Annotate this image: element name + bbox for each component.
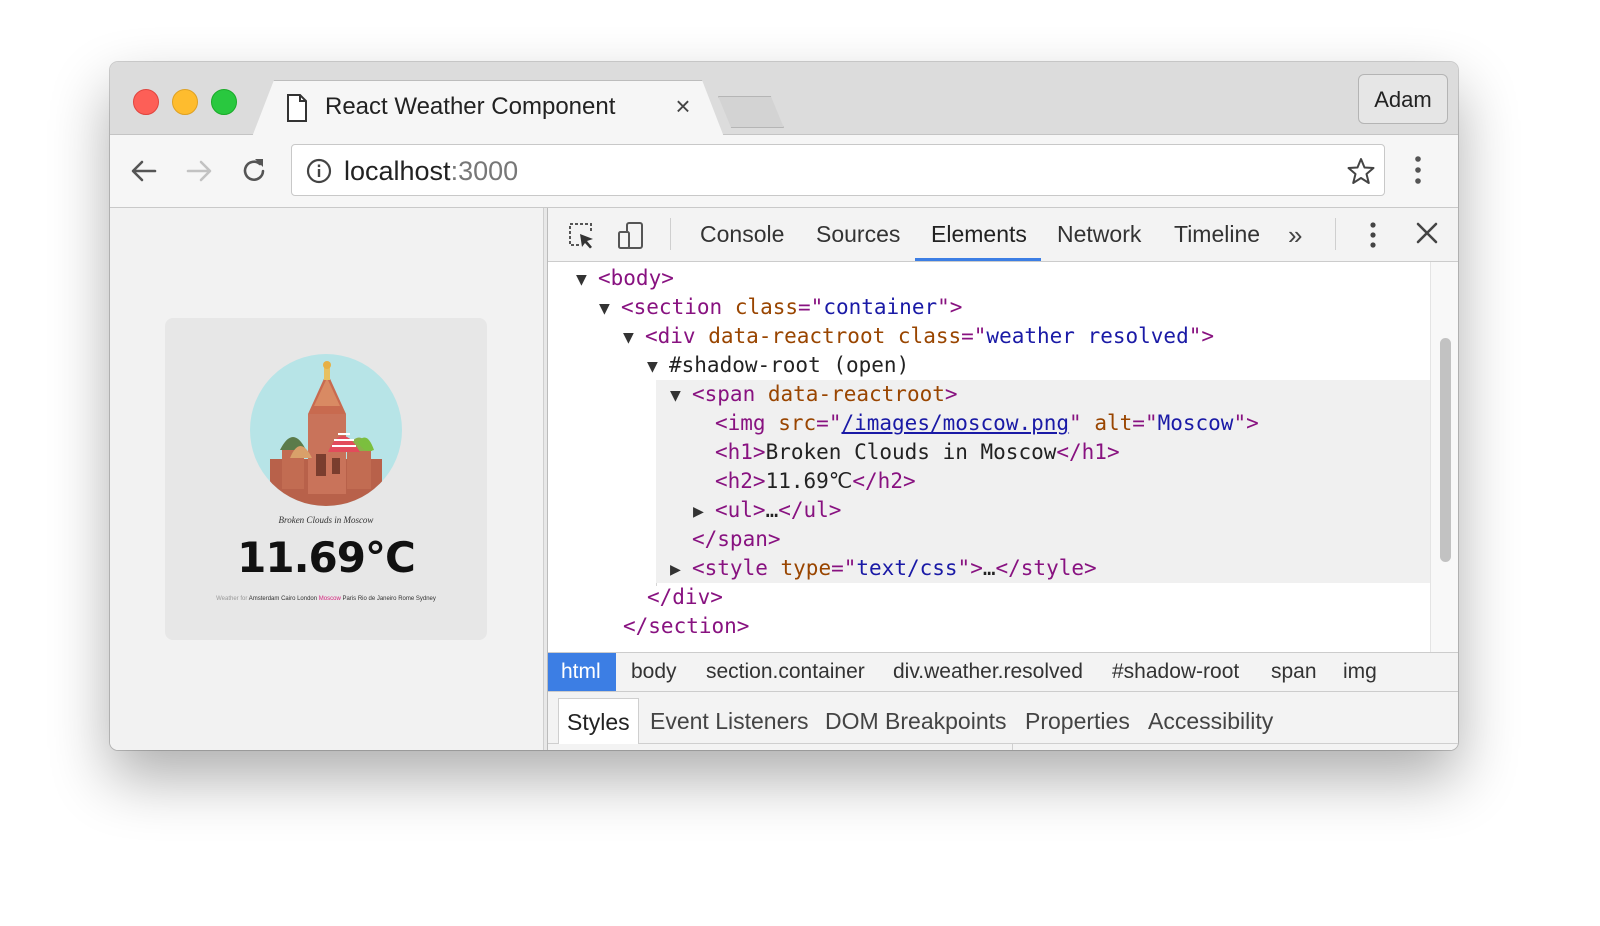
city-link-rio-de-janeiro[interactable]: Rio de Janeiro xyxy=(358,596,397,602)
city-list-label: Weather for xyxy=(216,596,248,602)
tab-styles[interactable]: Styles xyxy=(558,698,639,744)
tab-properties[interactable]: Properties xyxy=(1017,698,1138,744)
dom-node-div-close[interactable]: </div> xyxy=(548,583,1430,612)
device-toolbar-icon[interactable] xyxy=(616,220,646,250)
reload-icon[interactable] xyxy=(238,155,270,187)
city-link-paris[interactable]: Paris xyxy=(342,596,356,602)
dom-node-style[interactable]: ▶ <style type="text/css">…</style> xyxy=(656,554,1430,583)
page-viewport: Broken Clouds in Moscow 11.69°C Weather … xyxy=(110,208,543,750)
dom-node-img[interactable]: <img src="/images/moscow.png" alt="Mosco… xyxy=(656,409,1430,438)
city-link-rome[interactable]: Rome xyxy=(398,596,414,602)
browser-window: React Weather Component × Adam localhost… xyxy=(110,62,1458,750)
city-link-moscow[interactable]: Moscow xyxy=(319,596,341,602)
devtools-menu-icon[interactable] xyxy=(1368,220,1378,250)
devtools-close-icon[interactable] xyxy=(1414,220,1440,246)
address-bar[interactable]: localhost:3000 xyxy=(291,144,1385,196)
collapse-triangle-icon[interactable]: ▼ xyxy=(576,265,598,294)
dom-node-section-close[interactable]: </section> xyxy=(548,612,1430,641)
elements-subtabs: Styles Event Listeners DOM Breakpoints P… xyxy=(548,692,1458,750)
breadcrumb: html body section.container div.weather.… xyxy=(548,652,1458,692)
dom-node-section[interactable]: ▼ <section class="container"> xyxy=(548,293,1430,322)
breadcrumb-span[interactable]: span xyxy=(1258,653,1330,691)
breadcrumb-div[interactable]: div.weather.resolved xyxy=(880,653,1096,691)
weather-description: Broken Clouds in Moscow xyxy=(278,515,374,525)
dom-node-h2[interactable]: <h2>11.69℃</h2> xyxy=(656,467,1430,496)
toolbar-separator xyxy=(1335,218,1336,250)
breadcrumb-html[interactable]: html xyxy=(548,653,616,691)
weather-temperature: 11.69°C xyxy=(237,533,416,582)
collapse-triangle-icon[interactable]: ▼ xyxy=(599,294,621,323)
dom-node-span-close[interactable]: </span> xyxy=(656,525,1430,554)
collapse-triangle-icon[interactable]: ▼ xyxy=(670,381,692,410)
city-link-amsterdam[interactable]: Amsterdam xyxy=(249,596,280,602)
tab-title: React Weather Component xyxy=(325,93,616,120)
dom-node-body[interactable]: ▼ <body> xyxy=(548,264,1430,293)
tab-accessibility[interactable]: Accessibility xyxy=(1140,698,1281,744)
tab-close-icon[interactable]: × xyxy=(672,92,694,120)
expand-triangle-icon[interactable]: ▶ xyxy=(670,555,692,584)
dom-node-span[interactable]: ▼ <span data-reactroot> xyxy=(656,380,1430,409)
browser-menu-icon[interactable] xyxy=(1412,154,1424,186)
tab-network[interactable]: Network xyxy=(1041,208,1157,261)
tab-console[interactable]: Console xyxy=(684,208,800,261)
breadcrumb-section[interactable]: section.container xyxy=(693,653,878,691)
img-src-link[interactable]: /images/moscow.png xyxy=(841,411,1069,435)
collapse-triangle-icon[interactable]: ▼ xyxy=(647,352,669,381)
dom-tree-scroll-thumb[interactable] xyxy=(1440,338,1451,562)
close-window-button[interactable] xyxy=(133,89,159,115)
url-text[interactable]: localhost:3000 xyxy=(344,156,518,187)
inspect-element-icon[interactable] xyxy=(566,220,596,250)
new-tab-button[interactable] xyxy=(718,96,784,128)
city-list: Weather for Amsterdam Cairo London Mosco… xyxy=(165,596,487,602)
breadcrumb-body[interactable]: body xyxy=(618,653,690,691)
profile-button[interactable]: Adam xyxy=(1358,74,1448,124)
url-host: localhost xyxy=(344,156,451,186)
dom-tree: ▼ <body> ▼ <section class="container"> ▼ <d… xyxy=(548,262,1430,652)
dom-node-ul[interactable]: ▶ <ul>…</ul> xyxy=(656,496,1430,525)
devtools-panel: Console Sources Elements Network Timelin… xyxy=(548,208,1458,750)
dom-tree-scrollbar[interactable] xyxy=(1430,262,1458,652)
document-icon xyxy=(287,94,307,122)
city-link-london[interactable]: London xyxy=(297,596,317,602)
breadcrumb-img[interactable]: img xyxy=(1330,653,1390,691)
dom-node-shadow-root[interactable]: ▼ #shadow-root (open) xyxy=(548,351,1430,380)
more-tabs-icon[interactable]: » xyxy=(1288,220,1302,251)
pane-splitter[interactable] xyxy=(1012,744,1013,750)
info-icon[interactable] xyxy=(306,158,332,184)
bookmark-star-icon[interactable] xyxy=(1347,157,1375,185)
collapse-triangle-icon[interactable]: ▼ xyxy=(623,323,645,352)
zoom-window-button[interactable] xyxy=(211,89,237,115)
toolbar-separator xyxy=(670,218,671,250)
dom-node-h1[interactable]: <h1>Broken Clouds in Moscow</h1> xyxy=(656,438,1430,467)
breadcrumb-shadow-root[interactable]: #shadow-root xyxy=(1099,653,1252,691)
tab-timeline[interactable]: Timeline xyxy=(1158,208,1276,261)
weather-card: Broken Clouds in Moscow 11.69°C Weather … xyxy=(165,318,487,640)
tab-elements[interactable]: Elements xyxy=(915,208,1041,261)
moscow-cathedral-image xyxy=(250,354,402,506)
forward-arrow-icon[interactable] xyxy=(183,155,215,187)
tab-event-listeners[interactable]: Event Listeners xyxy=(642,698,817,744)
city-link-cairo[interactable]: Cairo xyxy=(281,596,295,602)
url-port: :3000 xyxy=(450,156,519,186)
back-arrow-icon[interactable] xyxy=(128,155,160,187)
tab-dom-breakpoints[interactable]: DOM Breakpoints xyxy=(817,698,1015,744)
minimize-window-button[interactable] xyxy=(172,89,198,115)
city-link-sydney[interactable]: Sydney xyxy=(416,596,436,602)
browser-toolbar: localhost:3000 xyxy=(110,135,1458,208)
expand-triangle-icon[interactable]: ▶ xyxy=(693,497,715,526)
tab-sources[interactable]: Sources xyxy=(800,208,916,261)
devtools-toolbar: Console Sources Elements Network Timelin… xyxy=(548,208,1458,262)
tab-strip: React Weather Component × Adam xyxy=(110,62,1458,135)
dom-node-div[interactable]: ▼ <div data-reactroot class="weather reso… xyxy=(548,322,1430,351)
